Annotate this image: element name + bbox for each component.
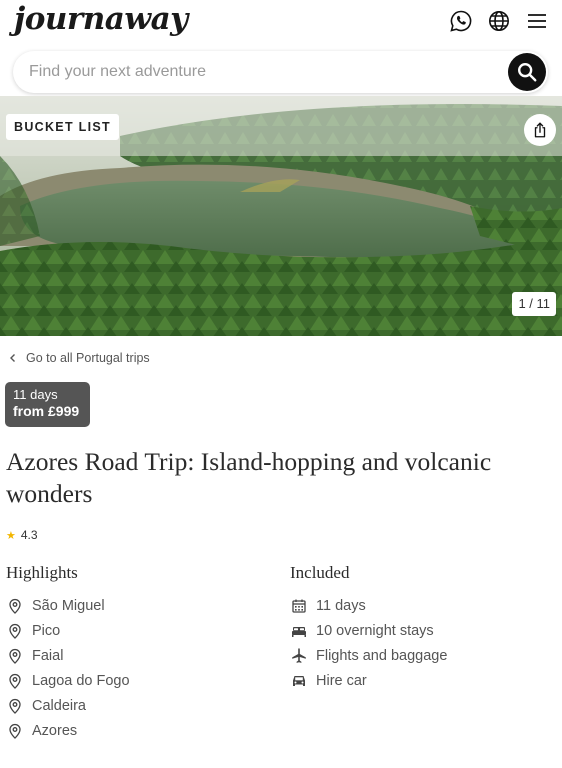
- image-counter: 1 / 11: [512, 292, 556, 316]
- included-item: Flights and baggage: [290, 643, 447, 668]
- search-icon: [518, 63, 537, 82]
- highlight-item: Faial: [6, 643, 130, 668]
- car-icon: [290, 672, 308, 690]
- included-item: 11 days: [290, 593, 447, 618]
- bucket-list-badge: BUCKET LIST: [6, 114, 119, 140]
- included-label: 11 days: [316, 597, 366, 614]
- highlight-label: Azores: [32, 722, 78, 739]
- location-pin-icon: [6, 622, 24, 640]
- highlight-label: Caldeira: [32, 697, 86, 714]
- globe-icon[interactable]: [487, 9, 511, 33]
- highlight-label: Lagoa do Fogo: [32, 672, 130, 689]
- chevron-left-icon: [10, 354, 15, 362]
- share-button[interactable]: [524, 114, 556, 146]
- included-item: 10 overnight stays: [290, 618, 447, 643]
- rating-value: 4.3: [20, 528, 38, 542]
- location-pin-icon: [6, 597, 24, 615]
- trip-duration: 11 days: [13, 387, 58, 402]
- highlights-heading: Highlights: [6, 563, 78, 582]
- highlight-item: Lagoa do Fogo: [6, 668, 130, 693]
- search-bar: [13, 51, 548, 93]
- location-pin-icon: [6, 722, 24, 740]
- search-input[interactable]: [29, 51, 489, 93]
- calendar-icon: [290, 597, 308, 615]
- share-icon: [534, 122, 546, 138]
- back-link-label: Go to all Portugal trips: [26, 351, 150, 365]
- menu-icon[interactable]: [525, 9, 549, 33]
- included-label: Flights and baggage: [316, 647, 448, 664]
- included-label: Hire car: [316, 672, 367, 689]
- header: journaway: [0, 0, 562, 46]
- included-item: Hire car: [290, 668, 447, 693]
- location-pin-icon: [6, 647, 24, 665]
- logo[interactable]: journaway: [14, 1, 188, 37]
- rating: ★ 4.3: [6, 528, 38, 542]
- highlight-label: Pico: [32, 622, 61, 639]
- whatsapp-icon[interactable]: [449, 9, 473, 33]
- back-to-portugal-trips-link[interactable]: Go to all Portugal trips: [8, 351, 150, 365]
- highlights-list: São Miguel Pico Faial Lagoa do Fogo Caldeira…: [6, 593, 130, 743]
- price-badge: 11 days from £999: [5, 382, 90, 427]
- included-list: 11 days 10 overnight stays Flights and bag…: [290, 593, 447, 693]
- location-pin-icon: [6, 697, 24, 715]
- highlight-item: Azores: [6, 718, 130, 743]
- page-title: Azores Road Trip: Island-hopping and vol…: [6, 447, 492, 508]
- included-label: 10 overnight stays: [316, 622, 434, 639]
- search-button[interactable]: [508, 53, 546, 91]
- plane-icon: [290, 647, 308, 665]
- highlight-item: Caldeira: [6, 693, 130, 718]
- highlight-label: São Miguel: [32, 597, 105, 614]
- highlight-item: São Miguel: [6, 593, 130, 618]
- hero-image-carousel[interactable]: BUCKET LIST 1 / 11: [0, 96, 562, 336]
- trip-price: from £999: [13, 403, 80, 419]
- star-icon: ★: [6, 529, 16, 542]
- highlight-item: Pico: [6, 618, 130, 643]
- highlight-label: Faial: [32, 647, 64, 664]
- bed-icon: [290, 622, 308, 640]
- location-pin-icon: [6, 672, 24, 690]
- included-heading: Included: [290, 563, 350, 582]
